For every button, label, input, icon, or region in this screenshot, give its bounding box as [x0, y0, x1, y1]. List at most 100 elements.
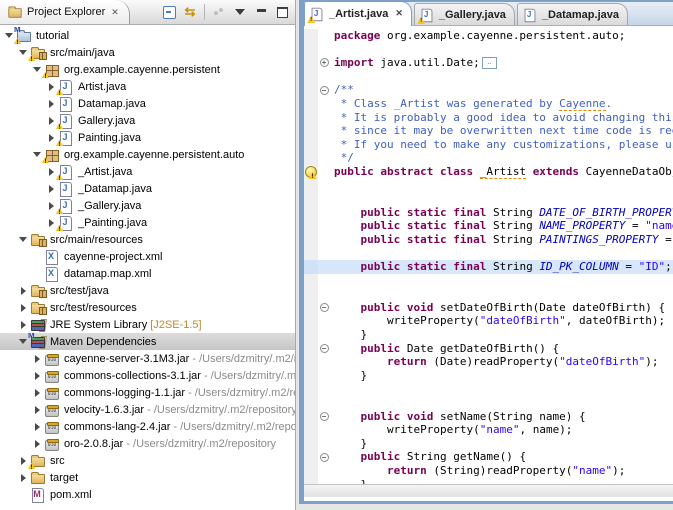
expand-arrow[interactable] — [32, 440, 42, 448]
tree-row[interactable]: 010velocity-1.6.3.jar - /Users/dzmitry/.… — [0, 401, 295, 418]
expand-arrow[interactable] — [46, 117, 56, 125]
tree-item-label: src/test/java — [50, 285, 109, 297]
tree-row[interactable]: M!tutorial — [0, 27, 295, 44]
tree-row[interactable]: Xcayenne-project.xml — [0, 248, 295, 265]
code-line — [304, 287, 673, 301]
tree-row[interactable]: J!Painting.java — [0, 129, 295, 146]
code-text: } — [330, 437, 673, 451]
maven-project-icon: M! — [16, 28, 32, 44]
tree-row[interactable]: J!Gallery.java — [0, 112, 295, 129]
code-line: − public String getName() { — [304, 450, 673, 464]
tree-row[interactable]: Xdatamap.map.xml — [0, 265, 295, 282]
fold-ruler: + — [318, 56, 330, 70]
annotation-ruler — [304, 450, 318, 464]
annotation-ruler — [304, 314, 318, 328]
code-text: public static final String NAME_PROPERTY… — [330, 219, 673, 233]
editor-tab-_Artist-java[interactable]: J!_Artist.java✕ — [304, 1, 412, 26]
tree-row[interactable]: J_Datamap.java — [0, 180, 295, 197]
collapse-fold-icon[interactable]: − — [320, 344, 329, 353]
tree-item-qualifier: - /Users/dzmitry/.m2/repository — [204, 370, 295, 382]
expand-arrow[interactable] — [32, 372, 42, 380]
annotation-ruler — [304, 124, 318, 138]
tree-item-label: org.example.cayenne.persistent.auto — [64, 149, 244, 161]
code-text — [330, 247, 673, 261]
tree-row[interactable]: src/main/resources — [0, 231, 295, 248]
expand-fold-icon[interactable]: + — [320, 58, 329, 67]
tree-row[interactable]: 010cayenne-server-3.1M3.jar - /Users/dzm… — [0, 350, 295, 367]
link-with-editor-icon[interactable]: ⇆ — [183, 5, 197, 19]
tree-row[interactable]: src/test/java — [0, 282, 295, 299]
tree-row[interactable]: target — [0, 469, 295, 486]
expand-arrow[interactable] — [18, 304, 28, 312]
expand-arrow[interactable] — [18, 457, 28, 465]
tree-row[interactable]: !org.example.cayenne.persistent — [0, 61, 295, 78]
annotation-ruler — [304, 83, 318, 97]
view-menu-icon[interactable] — [233, 5, 247, 19]
tree-item-label: src/main/java — [50, 47, 115, 59]
tree-row[interactable]: JDatamap.java — [0, 95, 295, 112]
code-line: package org.example.cayenne.persistent.a… — [304, 29, 673, 43]
collapse-all-icon[interactable] — [162, 5, 176, 19]
editor-tab-_Gallery-java[interactable]: J!_Gallery.java — [414, 3, 515, 25]
tree-row[interactable]: 010commons-collections-3.1.jar - /Users/… — [0, 367, 295, 384]
expand-arrow[interactable] — [18, 50, 28, 55]
tree-row[interactable]: 010commons-lang-2.4.jar - /Users/dzmitry… — [0, 418, 295, 435]
expand-arrow[interactable] — [32, 406, 42, 414]
expand-arrow[interactable] — [18, 474, 28, 482]
tree-row[interactable]: !src — [0, 452, 295, 469]
collapse-fold-icon[interactable]: − — [320, 303, 329, 312]
code-text: writeProperty("dateOfBirth", dateOfBirth… — [330, 314, 673, 328]
maximize-icon[interactable] — [275, 5, 289, 19]
expand-arrow[interactable] — [18, 287, 28, 295]
project-explorer-tab[interactable]: Project Explorer ✕ — [0, 0, 130, 24]
collapse-fold-icon[interactable]: − — [320, 86, 329, 95]
expand-arrow[interactable] — [46, 83, 56, 91]
source-folder-icon: ! — [30, 45, 46, 61]
expand-arrow[interactable] — [46, 202, 56, 210]
tree-row[interactable]: ! src/main/java — [0, 44, 295, 61]
code-editor[interactable]: package org.example.cayenne.persistent.a… — [304, 26, 673, 484]
tree-row[interactable]: J!_Artist.java — [0, 163, 295, 180]
tree-row[interactable]: J!_Painting.java — [0, 214, 295, 231]
minimize-icon[interactable] — [254, 5, 268, 19]
editor-tab-_Datamap-java[interactable]: J_Datamap.java — [517, 3, 628, 25]
collapse-fold-icon[interactable]: − — [320, 412, 329, 421]
annotation-ruler — [304, 192, 318, 206]
expand-arrow[interactable] — [32, 423, 42, 431]
code-line: } — [304, 478, 673, 484]
tree-row[interactable]: 010commons-logging-1.1.jar - /Users/dzmi… — [0, 384, 295, 401]
tree-row[interactable]: JRE System Library[J2SE-1.5] — [0, 316, 295, 333]
expand-arrow[interactable] — [32, 67, 42, 72]
tab-close-icon[interactable]: ✕ — [395, 8, 403, 19]
expand-arrow[interactable] — [18, 339, 28, 344]
expand-arrow[interactable] — [32, 355, 42, 363]
expand-arrow[interactable] — [46, 185, 56, 193]
jar-icon: 010 — [44, 436, 60, 452]
tree-row[interactable]: 010oro-2.0.8.jar - /Users/dzmitry/.m2/re… — [0, 435, 295, 452]
expand-arrow[interactable] — [46, 134, 56, 142]
expand-arrow[interactable] — [32, 152, 42, 157]
folded-region-icon[interactable]: ‥ — [482, 57, 497, 69]
tree-item-label: org.example.cayenne.persistent — [64, 64, 220, 76]
view-close-icon[interactable]: ✕ — [111, 7, 119, 18]
code-text: writeProperty("name", name); — [330, 423, 673, 437]
expand-arrow[interactable] — [32, 389, 42, 397]
expand-arrow[interactable] — [46, 168, 56, 176]
expand-arrow[interactable] — [4, 33, 14, 38]
tree-row[interactable]: J!_Gallery.java — [0, 197, 295, 214]
tree-row[interactable]: Mpom.xml — [0, 486, 295, 503]
collapse-fold-icon[interactable]: − — [320, 453, 329, 462]
horizontal-scrollbar[interactable] — [304, 484, 673, 497]
code-line: public static final String PAINTINGS_PRO… — [304, 233, 673, 247]
tree-row[interactable]: MMaven Dependencies — [0, 333, 295, 350]
expand-arrow[interactable] — [46, 219, 56, 227]
expand-arrow[interactable] — [46, 100, 56, 108]
toolbar-separator — [204, 4, 205, 20]
fold-ruler — [318, 464, 330, 478]
tree-row[interactable]: src/test/resources — [0, 299, 295, 316]
tree-row[interactable]: J!Artist.java — [0, 78, 295, 95]
expand-arrow[interactable] — [18, 237, 28, 242]
tree-row[interactable]: !org.example.cayenne.persistent.auto — [0, 146, 295, 163]
quickfix-bulb-icon[interactable]: ! — [305, 166, 317, 178]
expand-arrow[interactable] — [18, 321, 28, 329]
